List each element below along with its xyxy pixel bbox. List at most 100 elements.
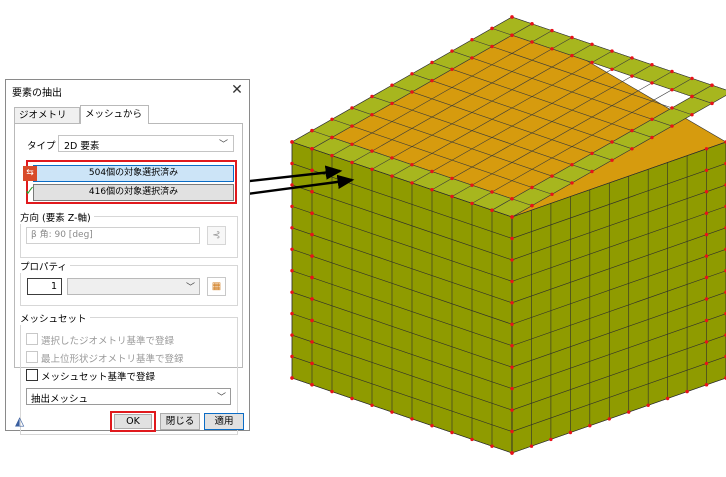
mesh-node bbox=[570, 163, 574, 167]
mesh-node bbox=[510, 197, 514, 201]
checkbox-meshset-based[interactable]: メッシュセット基準で登録 bbox=[26, 369, 155, 383]
mesh-node bbox=[350, 106, 354, 110]
property-group: プロパティ 1 ﹀ ▦ bbox=[20, 259, 238, 306]
mesh-node bbox=[530, 185, 534, 190]
mesh-node bbox=[570, 53, 574, 58]
mesh-node bbox=[310, 318, 314, 323]
mesh-node bbox=[350, 142, 354, 146]
mesh-node bbox=[470, 183, 474, 187]
mesh-node bbox=[370, 403, 374, 407]
type-dropdown[interactable]: 2D 要素 ﹀ bbox=[58, 135, 234, 152]
chevron-down-icon: ﹀ bbox=[185, 283, 195, 293]
mesh-node bbox=[450, 67, 454, 72]
mesh-node bbox=[470, 56, 474, 60]
close-button[interactable]: 閉じる bbox=[160, 413, 200, 430]
mesh-node bbox=[510, 236, 514, 241]
mesh-node bbox=[290, 376, 294, 380]
mesh-node bbox=[290, 333, 294, 337]
mesh-node bbox=[704, 211, 709, 215]
type-label: タイプ bbox=[27, 141, 56, 152]
mesh-node bbox=[704, 318, 709, 323]
mesh-node bbox=[410, 90, 414, 94]
mesh-node bbox=[590, 151, 594, 156]
property-dropdown[interactable]: ﹀ bbox=[67, 278, 200, 295]
mesh-node bbox=[290, 161, 294, 166]
meshset-name-combo[interactable]: 抽出メッシュ ﹀ bbox=[26, 388, 231, 405]
mesh-node bbox=[550, 192, 554, 196]
ok-button[interactable]: OK bbox=[114, 414, 152, 429]
property-icon[interactable]: ▦ bbox=[207, 277, 226, 296]
dialog-title: 要素の抽出 bbox=[12, 88, 62, 99]
checkbox-box bbox=[26, 369, 38, 381]
mesh-node bbox=[510, 344, 514, 348]
tab-container: ジオメトリから メッシュから タイプ 2D 要素 ﹀ ⇆ 504個の対象選択済み… bbox=[14, 105, 243, 435]
mesh-node bbox=[650, 62, 654, 67]
mesh-node bbox=[610, 158, 614, 162]
mesh-node bbox=[530, 203, 534, 208]
mesh-node bbox=[370, 94, 374, 99]
selection-red-icon: ⇆ bbox=[23, 166, 37, 181]
mesh-node bbox=[690, 76, 694, 81]
meshset-group-title: メッシュセット bbox=[20, 311, 90, 325]
checkbox-label: 最上位形状ジオメトリ基準で登録 bbox=[41, 354, 184, 365]
ok-highlight-frame: OK bbox=[110, 411, 156, 432]
mesh-node bbox=[510, 451, 514, 455]
mesh-node bbox=[310, 190, 314, 194]
property-number-field[interactable]: 1 bbox=[27, 278, 62, 295]
mesh-node bbox=[704, 275, 709, 280]
mesh-node bbox=[490, 44, 494, 49]
selection-button-second[interactable]: ✓ 416個の対象選択済み bbox=[25, 184, 234, 201]
mesh-node bbox=[570, 35, 574, 40]
mesh-node bbox=[650, 117, 654, 122]
mesh-node bbox=[430, 188, 434, 192]
mesh-node bbox=[450, 430, 454, 435]
tab-from-mesh[interactable]: メッシュから bbox=[80, 105, 149, 124]
mesh-node bbox=[510, 33, 514, 37]
mesh-node bbox=[704, 232, 709, 237]
checkbox-selected-geometry[interactable]: 選択したジオメトリ基準で登録 bbox=[26, 333, 174, 347]
type-dropdown-value: 2D 要素 bbox=[64, 141, 100, 152]
mesh-node bbox=[510, 279, 514, 284]
mesh-node bbox=[510, 15, 514, 19]
mesh-node bbox=[510, 215, 514, 219]
mesh-node bbox=[704, 190, 709, 194]
vector-icon[interactable]: ⊰ bbox=[207, 226, 226, 245]
mesh-node bbox=[490, 208, 494, 212]
mesh-node bbox=[510, 386, 514, 391]
mesh-node bbox=[430, 424, 434, 428]
mesh-node bbox=[490, 190, 494, 194]
mesh-node bbox=[710, 83, 714, 87]
mesh-node bbox=[627, 410, 631, 414]
mesh-node bbox=[430, 169, 434, 174]
mesh-node bbox=[665, 396, 670, 401]
mesh-node bbox=[350, 160, 354, 165]
selection-first-label: 504個の対象選択済み bbox=[88, 168, 179, 178]
mesh-node bbox=[330, 117, 334, 122]
eraser-icon[interactable]: ◭ bbox=[15, 414, 32, 429]
tab-from-geometry[interactable]: ジオメトリから bbox=[14, 107, 80, 136]
mesh-node bbox=[450, 49, 454, 53]
mesh-node bbox=[390, 83, 394, 87]
selection-highlight-frame: ⇆ 504個の対象選択済み ✓ 416個の対象選択済み bbox=[23, 160, 237, 204]
beta-angle-field[interactable]: β 角: 90 [deg] bbox=[26, 227, 200, 244]
mesh-node bbox=[570, 181, 574, 185]
mesh-node bbox=[290, 311, 294, 316]
selection-button-first[interactable]: ⇆ 504個の対象選択済み bbox=[23, 165, 234, 182]
apply-button[interactable]: 適用 bbox=[204, 413, 244, 430]
chevron-down-icon: ﹀ bbox=[218, 140, 228, 150]
close-icon[interactable]: ✕ bbox=[228, 81, 246, 99]
mesh-node bbox=[310, 147, 314, 151]
mesh-node bbox=[510, 408, 514, 412]
mesh-node bbox=[290, 290, 294, 294]
mesh-node bbox=[310, 340, 314, 344]
mesh-node bbox=[290, 269, 294, 273]
mesh-node bbox=[390, 101, 394, 106]
tab-panel-mesh: タイプ 2D 要素 ﹀ ⇆ 504個の対象選択済み ✓ 416個の対象選択済み … bbox=[14, 123, 243, 435]
mesh-node bbox=[704, 361, 709, 366]
mesh-node bbox=[470, 201, 474, 206]
mesh-node bbox=[630, 147, 634, 151]
mesh-node bbox=[310, 128, 314, 133]
checkbox-top-geometry[interactable]: 最上位形状ジオメトリ基準で登録 bbox=[26, 351, 184, 365]
property-group-title: プロパティ bbox=[20, 259, 70, 273]
mesh-node bbox=[310, 275, 314, 280]
